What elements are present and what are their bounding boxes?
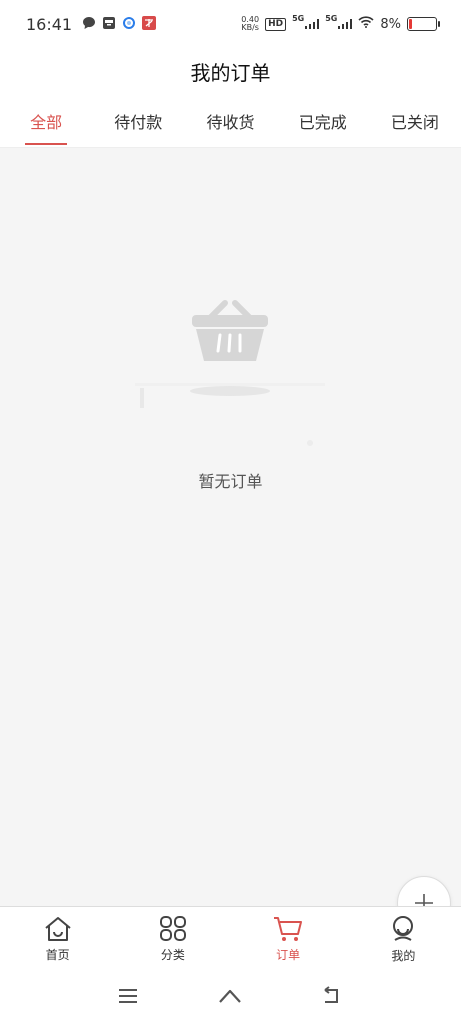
tab-closed[interactable]: 已关闭 (369, 94, 461, 147)
wifi-icon (358, 16, 374, 32)
grid-icon (159, 916, 186, 941)
nav-home-label: 首页 (45, 948, 70, 962)
nav-profile[interactable]: 我的 (346, 907, 461, 972)
hd-badge: HD (265, 17, 287, 31)
app-icon (142, 15, 157, 34)
nav-orders[interactable]: 订单 (231, 907, 346, 972)
nav-category-label: 分类 (160, 948, 185, 962)
signal-2: 5G (325, 14, 353, 29)
signal-1-label: 5G (292, 14, 305, 23)
message-icon (82, 15, 96, 34)
status-right: 0.40 KB/s HD 5G 5G 8% (241, 14, 440, 32)
home-nav-icon[interactable] (217, 986, 243, 1010)
net-speed: 0.40 KB/s (241, 16, 259, 32)
signal-1: 5G (292, 14, 320, 29)
signal-bars-icon (338, 19, 353, 29)
order-list-area[interactable]: 暂无订单 (0, 148, 461, 930)
tab-all[interactable]: 全部 (0, 94, 92, 147)
header: 我的订单 (0, 48, 461, 94)
basket-icon (130, 293, 330, 453)
nav-profile-label: 我的 (391, 949, 416, 963)
menu-icon[interactable] (117, 987, 139, 1009)
inbox-icon (102, 15, 116, 34)
tab-completed[interactable]: 已完成 (277, 94, 369, 147)
page-title: 我的订单 (190, 60, 271, 85)
battery-percent: 8% (380, 16, 401, 32)
status-time: 16:41 (26, 14, 73, 34)
battery-fill (409, 19, 412, 29)
user-icon (393, 916, 414, 941)
home-icon (44, 917, 71, 941)
nav-category[interactable]: 分类 (115, 907, 230, 972)
status-left: 16:41 (26, 14, 157, 34)
battery-icon (407, 17, 440, 31)
sync-icon (122, 15, 136, 34)
net-speed-unit: KB/s (241, 23, 259, 32)
signal-bars-icon (305, 19, 320, 29)
back-icon[interactable] (321, 986, 345, 1010)
tab-pending-receipt[interactable]: 待收货 (184, 94, 276, 147)
nav-home[interactable]: 首页 (0, 907, 115, 972)
status-bar: 16:41 0.40 KB/s HD 5G 5G 8% (0, 0, 461, 48)
bottom-nav: 首页 分类 订单 我的 (0, 906, 461, 972)
cart-icon (274, 917, 303, 941)
signal-2-label: 5G (325, 14, 338, 23)
order-tabs: 全部 待付款 待收货 已完成 已关闭 (0, 94, 461, 148)
nav-orders-label: 订单 (276, 948, 301, 962)
system-nav-bar (0, 972, 461, 1024)
empty-state-text: 暂无订单 (198, 472, 263, 491)
tab-pending-payment[interactable]: 待付款 (92, 94, 184, 147)
